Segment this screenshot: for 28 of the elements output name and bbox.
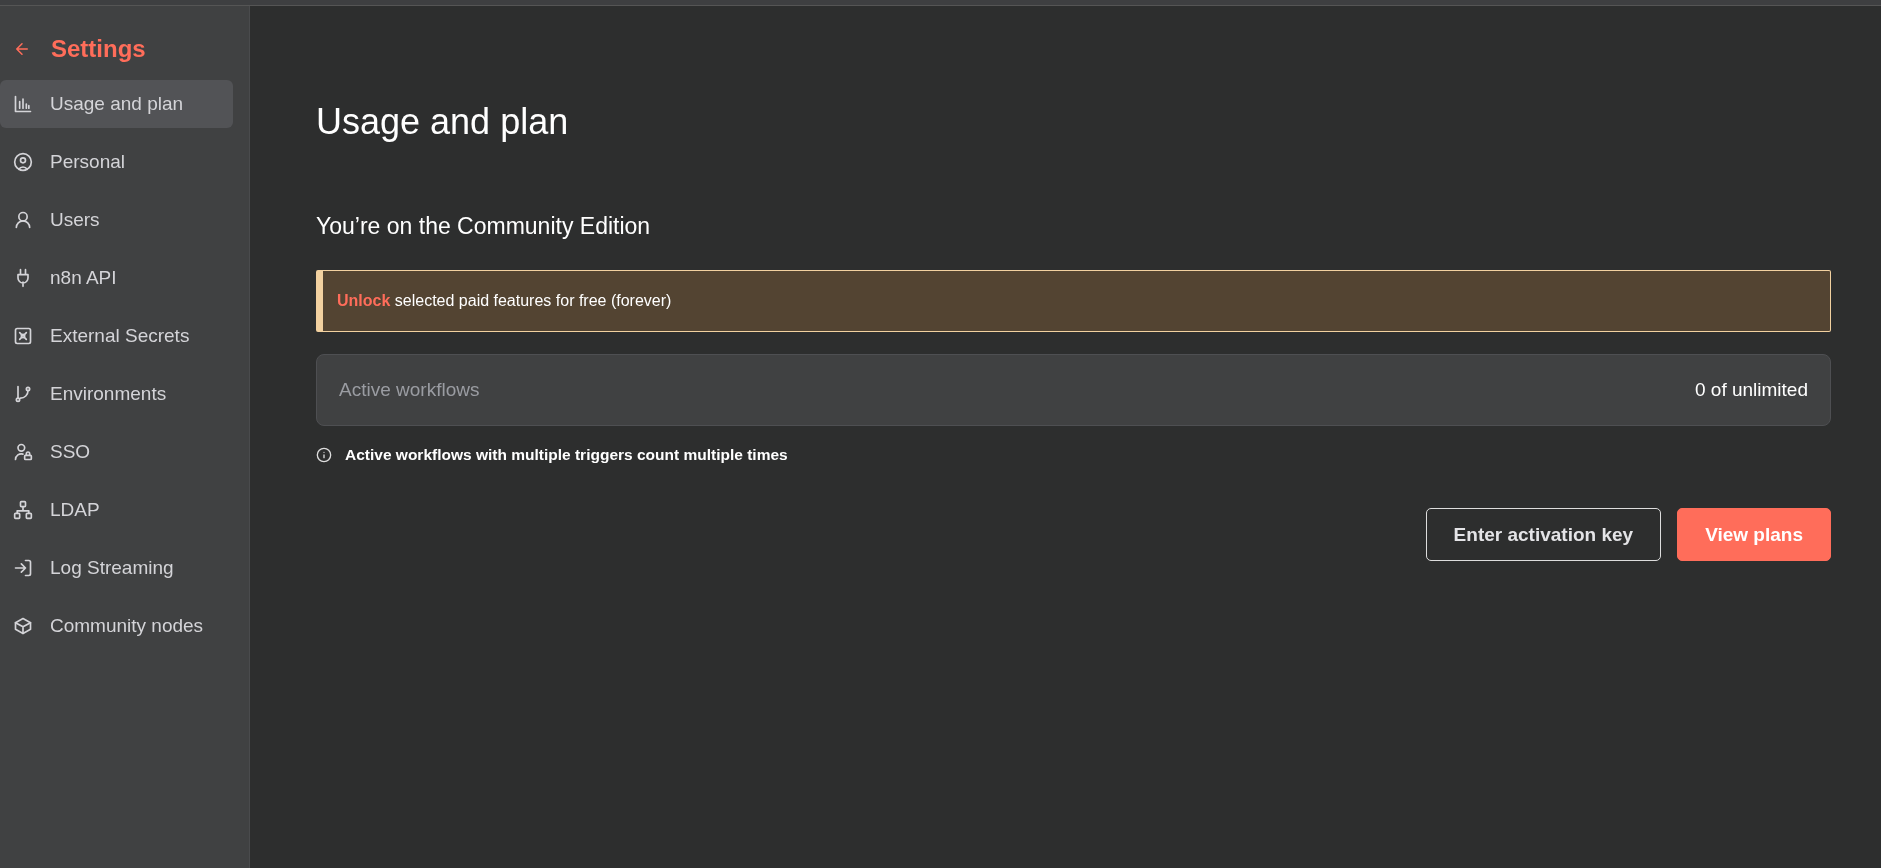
sidebar-item[interactable]: Community nodes	[0, 602, 233, 650]
git-branch-icon	[13, 384, 33, 404]
info-note: Active workflows with multiple triggers count multiple times	[345, 446, 788, 464]
info-icon	[316, 447, 332, 463]
usage-value: 0 of unlimited	[1695, 379, 1808, 401]
usage-label: Active workflows	[339, 379, 480, 401]
user-icon	[13, 210, 33, 230]
banner-text: Unlock selected paid features for free (forever)	[337, 292, 672, 310]
bar-chart-icon	[13, 94, 33, 114]
user-circle-icon	[13, 152, 33, 172]
edition-subtitle: You’re on the Community Edition	[316, 213, 652, 240]
sidebar-item[interactable]: Log Streaming	[0, 544, 233, 592]
sidebar-item[interactable]: External Secrets	[0, 312, 233, 360]
network-icon	[13, 500, 33, 520]
sidebar-item[interactable]: SSO	[0, 428, 233, 476]
log-in-icon	[13, 558, 33, 578]
sidebar-item[interactable]: Usage and plan	[0, 80, 233, 128]
page-title: Usage and plan	[316, 101, 570, 143]
sidebar-item[interactable]: LDAP	[0, 486, 233, 534]
sidebar-item[interactable]: Personal	[0, 138, 233, 186]
user-lock-icon	[13, 442, 33, 462]
sidebar-item[interactable]: Users	[0, 196, 233, 244]
cube-icon	[13, 616, 33, 636]
back-arrow-icon[interactable]	[13, 40, 31, 58]
sidebar-item[interactable]: Environments	[0, 370, 233, 418]
sidebar-item[interactable]: n8n API	[0, 254, 233, 302]
settings-title: Settings	[51, 35, 146, 63]
activation-key-button[interactable]: Enter activation key	[1425, 508, 1662, 561]
